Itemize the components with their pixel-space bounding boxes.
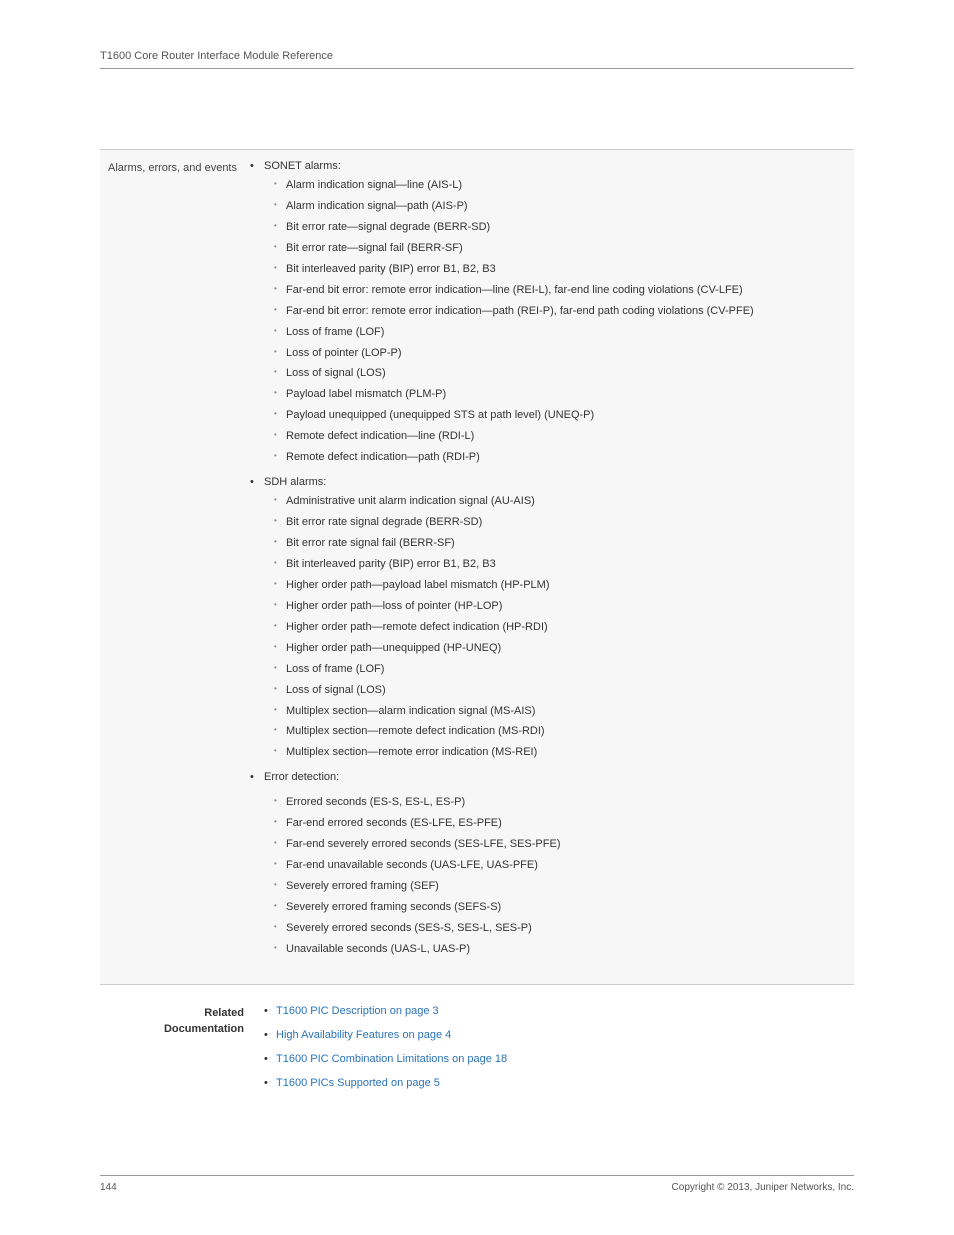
spec-item: Payload label mismatch (PLM-P) <box>286 387 850 403</box>
spec-item: Remote defect indication—line (RDI-L) <box>286 429 850 445</box>
spec-item: Far-end errored seconds (ES-LFE, ES-PFE) <box>286 816 850 832</box>
spec-item: Bit error rate signal degrade (BERR-SD) <box>286 515 850 531</box>
spec-item: Bit interleaved parity (BIP) error B1, B… <box>286 262 850 278</box>
spec-item: Bit error rate—signal degrade (BERR-SD) <box>286 220 850 236</box>
spec-row-label: Alarms, errors, and events <box>104 160 248 968</box>
spec-item: Loss of frame (LOF) <box>286 662 850 678</box>
spec-item: Higher order path—payload label mismatch… <box>286 578 850 594</box>
related-label-line1: Related <box>204 1007 244 1019</box>
related-link-item: T1600 PIC Description on page 3 <box>276 1005 850 1017</box>
spec-item: Bit interleaved parity (BIP) error B1, B… <box>286 557 850 573</box>
spec-group-title: SONET alarms: <box>264 160 341 172</box>
spec-table: Alarms, errors, and events SONET alarms:… <box>100 149 854 985</box>
spec-group: SDH alarms: Administrative unit alarm ind… <box>262 476 850 761</box>
spec-item: Alarm indication signal—line (AIS-L) <box>286 178 850 194</box>
spec-item: Loss of signal (LOS) <box>286 366 850 382</box>
spec-group-title: Error detection: <box>264 771 339 783</box>
page-footer: 144 Copyright © 2013, Juniper Networks, … <box>100 1175 854 1193</box>
page-number: 144 <box>100 1182 117 1193</box>
spec-item: Bit error rate—signal fail (BERR-SF) <box>286 241 850 257</box>
spec-item: Far-end severely errored seconds (SES-LF… <box>286 837 850 853</box>
related-link[interactable]: High Availability Features on page 4 <box>276 1029 451 1041</box>
spec-item: Payload unequipped (unequipped STS at pa… <box>286 408 850 424</box>
spec-group: SONET alarms: Alarm indication signal—lin… <box>262 160 850 466</box>
spec-item: Unavailable seconds (UAS-L, UAS-P) <box>286 942 850 958</box>
spec-group-title: SDH alarms: <box>264 476 326 488</box>
spec-item: Loss of pointer (LOP-P) <box>286 346 850 362</box>
related-label: Related Documentation <box>104 1005 262 1101</box>
spec-item: Alarm indication signal—path (AIS-P) <box>286 199 850 215</box>
spec-group: Error detection: Errored seconds (ES-S, E… <box>262 771 850 958</box>
spec-item: Multiplex section—alarm indication signa… <box>286 704 850 720</box>
related-link[interactable]: T1600 PIC Combination Limitations on pag… <box>276 1053 507 1065</box>
spec-item: Severely errored framing seconds (SEFS-S… <box>286 900 850 916</box>
related-documentation: Related Documentation T1600 PIC Descript… <box>100 1005 854 1101</box>
copyright-text: Copyright © 2013, Juniper Networks, Inc. <box>672 1182 854 1193</box>
spec-item: Far-end bit error: remote error indicati… <box>286 304 850 320</box>
spec-row-content: SONET alarms: Alarm indication signal—lin… <box>248 160 850 968</box>
page-header-title: T1600 Core Router Interface Module Refer… <box>100 50 854 69</box>
related-link-item: T1600 PICs Supported on page 5 <box>276 1077 850 1089</box>
spec-item: Multiplex section—remote defect indicati… <box>286 724 850 740</box>
related-link-item: T1600 PIC Combination Limitations on pag… <box>276 1053 850 1065</box>
spec-item: Far-end bit error: remote error indicati… <box>286 283 850 299</box>
spec-item: Far-end unavailable seconds (UAS-LFE, UA… <box>286 858 850 874</box>
related-link[interactable]: T1600 PIC Description on page 3 <box>276 1005 439 1017</box>
spec-item: Severely errored seconds (SES-S, SES-L, … <box>286 921 850 937</box>
spec-item: Multiplex section—remote error indicatio… <box>286 745 850 761</box>
related-link[interactable]: T1600 PICs Supported on page 5 <box>276 1077 440 1089</box>
spec-item: Higher order path—remote defect indicati… <box>286 620 850 636</box>
related-links: T1600 PIC Description on page 3 High Avai… <box>262 1005 850 1101</box>
related-link-item: High Availability Features on page 4 <box>276 1029 850 1041</box>
spec-item: Administrative unit alarm indication sig… <box>286 494 850 510</box>
spec-item: Higher order path—unequipped (HP-UNEQ) <box>286 641 850 657</box>
spec-item: Loss of signal (LOS) <box>286 683 850 699</box>
related-label-line2: Documentation <box>164 1023 244 1035</box>
spec-item: Remote defect indication—path (RDI-P) <box>286 450 850 466</box>
spec-item: Severely errored framing (SEF) <box>286 879 850 895</box>
spec-item: Higher order path—loss of pointer (HP-LO… <box>286 599 850 615</box>
spec-item: Bit error rate signal fail (BERR-SF) <box>286 536 850 552</box>
spec-item: Errored seconds (ES-S, ES-L, ES-P) <box>286 795 850 811</box>
spec-item: Loss of frame (LOF) <box>286 325 850 341</box>
